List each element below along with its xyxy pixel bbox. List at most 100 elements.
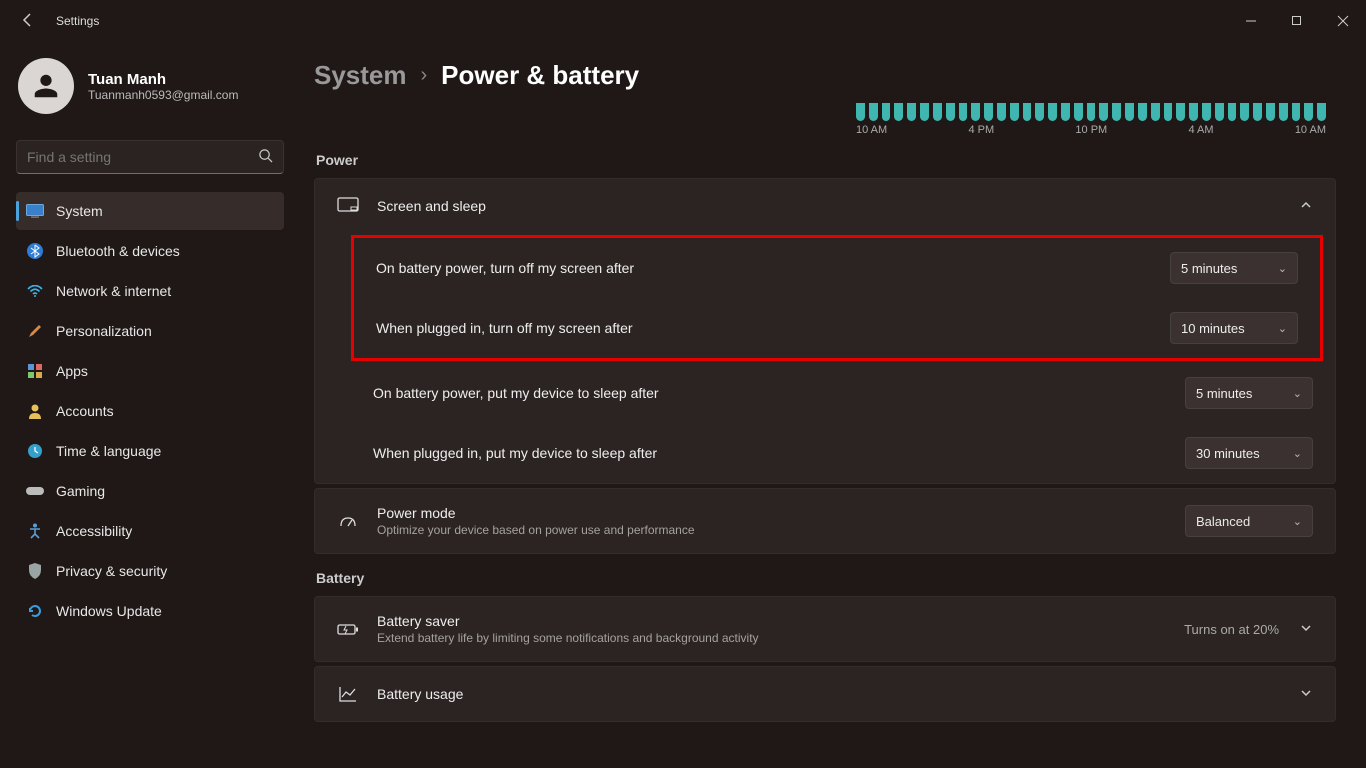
section-power: Power	[316, 152, 1336, 168]
bluetooth-icon	[26, 242, 44, 260]
maximize-button[interactable]	[1274, 5, 1320, 37]
screen-sleep-header[interactable]: Screen and sleep	[315, 179, 1335, 233]
nav-label: Apps	[56, 363, 88, 379]
battery-saver-header[interactable]: Battery saver Extend battery life by lim…	[315, 597, 1335, 661]
chart-xticks: 10 AM 4 PM 10 PM 4 AM 10 AM	[856, 124, 1336, 136]
power-mode-card: Power mode Optimize your device based on…	[314, 488, 1336, 554]
breadcrumb-parent[interactable]: System	[314, 60, 407, 91]
row-label: On battery power, turn off my screen aft…	[376, 260, 634, 276]
sleep-plugged-row: When plugged in, put my device to sleep …	[315, 423, 1335, 483]
accessibility-icon	[26, 522, 44, 540]
highlight-box: On battery power, turn off my screen aft…	[351, 235, 1323, 361]
nav-gaming[interactable]: Gaming	[16, 472, 284, 510]
nav-accounts[interactable]: Accounts	[16, 392, 284, 430]
main: System › Power & battery 10 AM 4 PM 10 P…	[300, 42, 1366, 768]
chevron-down-icon: ⌄	[1293, 447, 1302, 460]
battery-usage-title: Battery usage	[377, 686, 1281, 702]
nav-label: Personalization	[56, 323, 152, 339]
nav-bluetooth[interactable]: Bluetooth & devices	[16, 232, 284, 270]
nav-label: Time & language	[56, 443, 161, 459]
chart-bars	[856, 99, 1336, 121]
power-mode-subtitle: Optimize your device based on power use …	[377, 523, 1167, 537]
sidebar: Tuan Manh Tuanmanh0593@gmail.com System …	[0, 42, 300, 768]
avatar	[18, 58, 74, 114]
chevron-down-icon	[1299, 686, 1313, 703]
row-label: When plugged in, turn off my screen afte…	[376, 320, 633, 336]
shield-icon	[26, 562, 44, 580]
battery-saver-status: Turns on at 20%	[1184, 622, 1279, 637]
row-label: On battery power, put my device to sleep…	[373, 385, 659, 401]
power-mode-header[interactable]: Power mode Optimize your device based on…	[315, 489, 1335, 553]
profile[interactable]: Tuan Manh Tuanmanh0593@gmail.com	[16, 52, 284, 128]
screen-sleep-card: Screen and sleep On battery power, turn …	[314, 178, 1336, 484]
chevron-down-icon: ⌄	[1293, 515, 1302, 528]
update-icon	[26, 602, 44, 620]
titlebar: Settings	[0, 0, 1366, 42]
battery-usage-header[interactable]: Battery usage	[315, 667, 1335, 721]
battery-saver-icon	[337, 618, 359, 640]
screen-off-plugged-dropdown[interactable]: 10 minutes ⌄	[1170, 312, 1298, 344]
profile-name: Tuan Manh	[88, 71, 238, 88]
chevron-down-icon: ⌄	[1278, 262, 1287, 275]
search-input[interactable]	[27, 149, 258, 165]
nav-apps[interactable]: Apps	[16, 352, 284, 390]
section-battery: Battery	[316, 570, 1336, 586]
chevron-down-icon: ⌄	[1278, 322, 1287, 335]
battery-usage-card: Battery usage	[314, 666, 1336, 722]
screen-off-battery-dropdown[interactable]: 5 minutes ⌄	[1170, 252, 1298, 284]
nav-label: Privacy & security	[56, 563, 167, 579]
nav-label: Bluetooth & devices	[56, 243, 180, 259]
window-controls	[1228, 5, 1366, 37]
search-icon	[258, 148, 273, 166]
screen-off-battery-row: On battery power, turn off my screen aft…	[354, 238, 1320, 298]
screen-icon	[337, 195, 359, 217]
breadcrumb: System › Power & battery	[314, 60, 1336, 91]
chevron-right-icon: ›	[421, 64, 428, 87]
back-button[interactable]	[20, 12, 36, 31]
battery-saver-subtitle: Extend battery life by limiting some not…	[377, 631, 1166, 645]
profile-email: Tuanmanh0593@gmail.com	[88, 88, 238, 102]
brush-icon	[26, 322, 44, 340]
row-label: When plugged in, put my device to sleep …	[373, 445, 657, 461]
nav-time[interactable]: Time & language	[16, 432, 284, 470]
nav-label: Accounts	[56, 403, 114, 419]
nav-network[interactable]: Network & internet	[16, 272, 284, 310]
nav-privacy[interactable]: Privacy & security	[16, 552, 284, 590]
person-icon	[26, 402, 44, 420]
battery-chart: 10 AM 4 PM 10 PM 4 AM 10 AM	[314, 99, 1336, 136]
screen-off-plugged-row: When plugged in, turn off my screen afte…	[354, 298, 1320, 358]
nav-label: Windows Update	[56, 603, 162, 619]
screen-sleep-title: Screen and sleep	[377, 198, 1281, 214]
gamepad-icon	[26, 482, 44, 500]
minimize-button[interactable]	[1228, 5, 1274, 37]
apps-icon	[26, 362, 44, 380]
nav-label: System	[56, 203, 103, 219]
titlebar-left: Settings	[20, 12, 99, 31]
chevron-down-icon	[1299, 621, 1313, 638]
sleep-plugged-dropdown[interactable]: 30 minutes ⌄	[1185, 437, 1313, 469]
power-mode-dropdown[interactable]: Balanced ⌄	[1185, 505, 1313, 537]
power-mode-title: Power mode	[377, 505, 1167, 521]
wifi-icon	[26, 282, 44, 300]
sleep-battery-dropdown[interactable]: 5 minutes ⌄	[1185, 377, 1313, 409]
search-box[interactable]	[16, 140, 284, 174]
sleep-battery-row: On battery power, put my device to sleep…	[315, 363, 1335, 423]
nav-label: Accessibility	[56, 523, 132, 539]
nav-update[interactable]: Windows Update	[16, 592, 284, 630]
breadcrumb-current: Power & battery	[441, 60, 639, 91]
nav-personalization[interactable]: Personalization	[16, 312, 284, 350]
battery-saver-title: Battery saver	[377, 613, 1166, 629]
system-icon	[26, 202, 44, 220]
nav-system[interactable]: System	[16, 192, 284, 230]
window-title: Settings	[56, 14, 99, 28]
screen-sleep-rows: On battery power, turn off my screen aft…	[315, 235, 1335, 483]
nav-accessibility[interactable]: Accessibility	[16, 512, 284, 550]
clock-icon	[26, 442, 44, 460]
chevron-up-icon	[1299, 198, 1313, 215]
close-button[interactable]	[1320, 5, 1366, 37]
chart-icon	[337, 683, 359, 705]
power-mode-icon	[337, 510, 359, 532]
nav-label: Gaming	[56, 483, 105, 499]
battery-saver-card: Battery saver Extend battery life by lim…	[314, 596, 1336, 662]
layout: Tuan Manh Tuanmanh0593@gmail.com System …	[0, 42, 1366, 768]
